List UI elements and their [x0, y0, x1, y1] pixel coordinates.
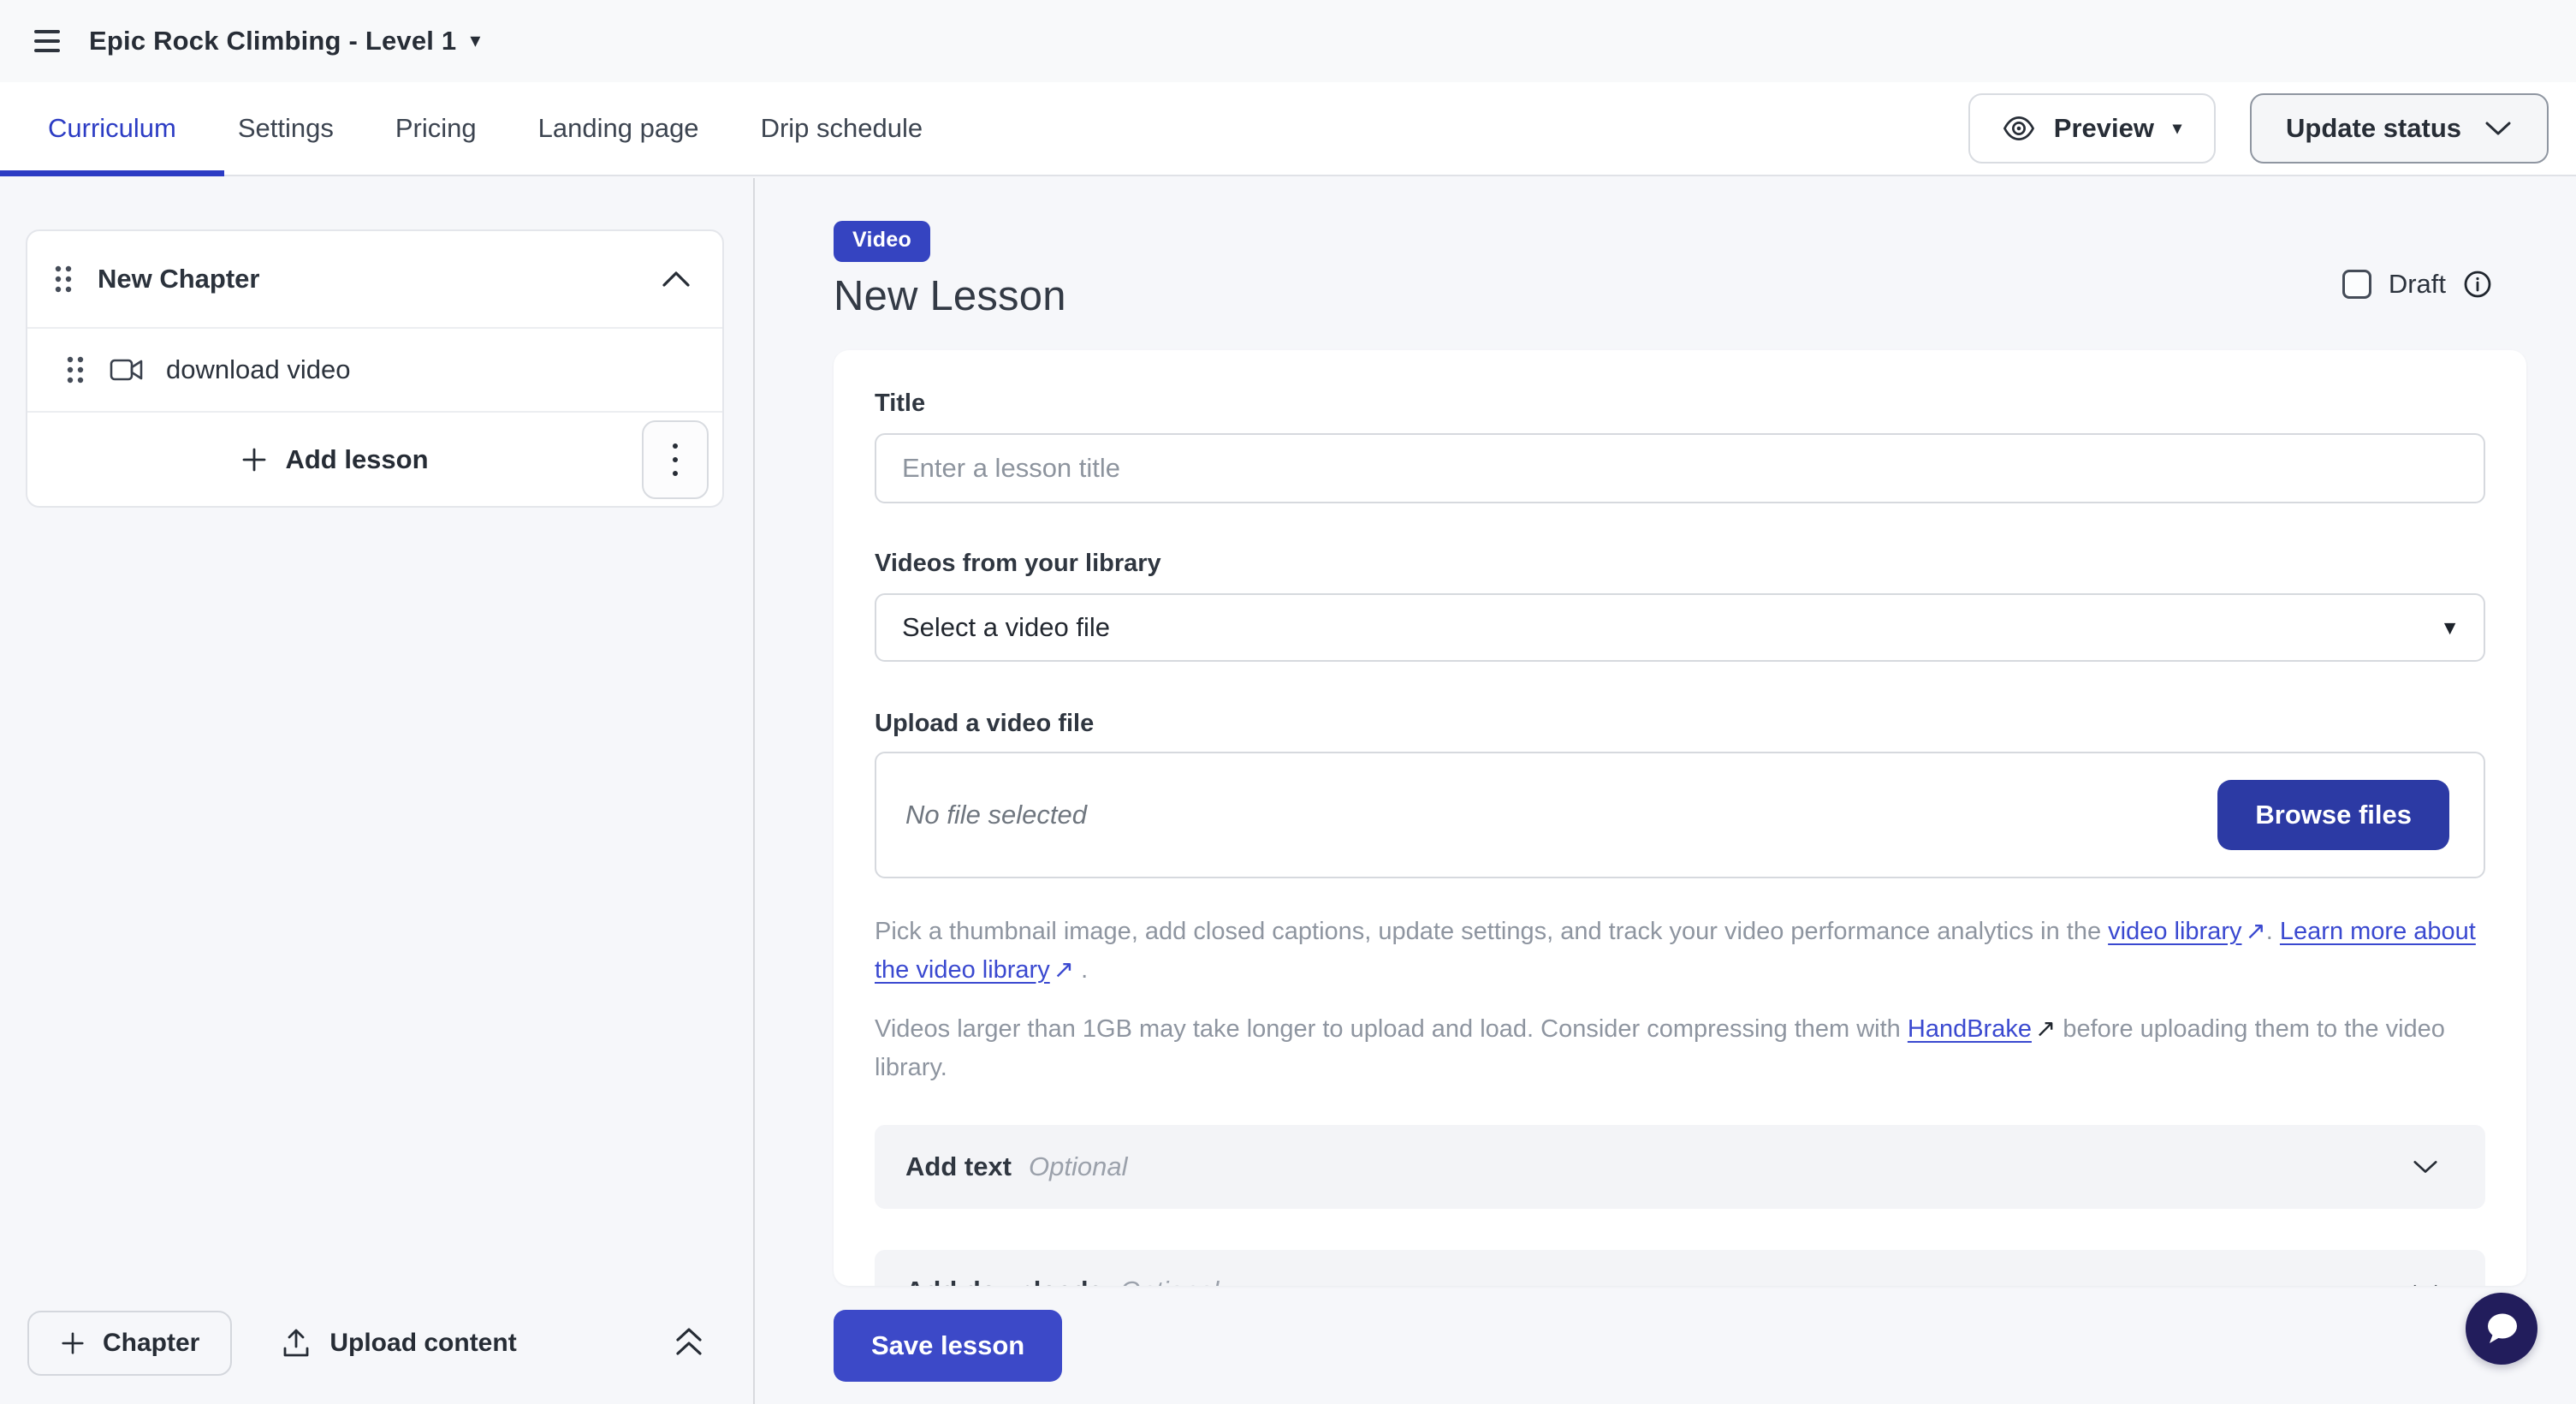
video-camera-icon	[110, 358, 144, 382]
library-label: Videos from your library	[875, 550, 2485, 578]
add-text-section[interactable]: Add text Optional	[875, 1125, 2485, 1209]
chat-widget-button[interactable]	[2466, 1293, 2537, 1365]
help-text: .	[2266, 918, 2280, 945]
curriculum-sidebar: New Chapter download video	[0, 178, 755, 1404]
speech-bubble-icon	[2483, 1311, 2520, 1347]
lesson-header: Video New Lesson Draft	[755, 178, 2576, 320]
lesson-type-badge: Video	[834, 221, 930, 262]
active-tab-indicator	[0, 170, 224, 176]
upload-content-button[interactable]: Upload content	[282, 1328, 516, 1359]
help-text: .	[1074, 956, 1088, 984]
hamburger-menu-icon[interactable]	[34, 30, 60, 52]
tab-actions: Preview ▾ Update status	[1968, 93, 2549, 164]
tab-bar: Curriculum Settings Pricing Landing page…	[0, 82, 2576, 176]
drag-handle-icon[interactable]	[65, 354, 86, 386]
handbrake-link[interactable]: HandBrake↗	[1908, 1015, 2056, 1043]
plus-icon	[60, 1330, 86, 1356]
tab-settings[interactable]: Settings	[238, 113, 334, 144]
page-title: New Lesson	[834, 272, 2576, 320]
add-lesson-button[interactable]: Add lesson	[27, 444, 642, 475]
lesson-title-input[interactable]	[875, 433, 2485, 503]
tab-landing-page[interactable]: Landing page	[538, 113, 699, 144]
chevron-down-icon	[2412, 1158, 2439, 1175]
draft-checkbox[interactable]	[2342, 270, 2371, 299]
optional-label: Optional	[1029, 1151, 1127, 1182]
caret-down-icon: ▾	[2173, 120, 2181, 137]
title-label: Title	[875, 390, 2485, 418]
upload-content-label: Upload content	[329, 1329, 516, 1358]
add-lesson-row: Add lesson	[27, 413, 722, 506]
double-chevron-up-icon	[673, 1326, 705, 1360]
chapter-title: New Chapter	[98, 264, 259, 294]
browse-files-button[interactable]: Browse files	[2217, 780, 2449, 850]
no-file-text: No file selected	[905, 800, 1087, 830]
course-title: Epic Rock Climbing - Level 1	[89, 26, 456, 57]
upload-icon	[282, 1328, 311, 1359]
help-text: Pick a thumbnail image, add closed capti…	[875, 918, 2108, 945]
tabs: Curriculum Settings Pricing Landing page…	[48, 113, 923, 144]
eye-icon	[2003, 116, 2035, 141]
save-lesson-button[interactable]: Save lesson	[834, 1310, 1062, 1382]
chevron-up-icon[interactable]	[661, 270, 691, 289]
plus-icon	[240, 446, 268, 473]
lesson-title: download video	[166, 354, 350, 385]
video-select[interactable]: Select a video file ▼	[875, 593, 2485, 662]
add-text-label: Add text	[905, 1151, 1012, 1182]
lesson-item[interactable]: download video	[27, 329, 722, 411]
link-label: HandBrake	[1908, 1015, 2032, 1043]
chapter-card: New Chapter download video	[26, 229, 724, 508]
draft-toggle: Draft	[2342, 269, 2492, 300]
external-link-icon: ↗	[2032, 1010, 2056, 1049]
collapse-all-button[interactable]	[673, 1326, 705, 1360]
file-upload-box[interactable]: No file selected Browse files	[875, 752, 2485, 878]
update-status-label: Update status	[2286, 113, 2461, 144]
video-library-link[interactable]: video library↗	[2108, 918, 2266, 945]
add-downloads-section[interactable]: Add downloads Optional	[875, 1250, 2485, 1286]
video-select-value: Select a video file	[902, 612, 1110, 643]
kebab-icon	[673, 443, 678, 476]
update-status-button[interactable]: Update status	[2250, 93, 2549, 164]
external-link-icon: ↗	[1050, 951, 1074, 990]
caret-down-icon: ▾	[470, 31, 480, 51]
top-bar: Epic Rock Climbing - Level 1 ▾	[0, 0, 2576, 82]
add-downloads-label: Add downloads	[905, 1276, 1103, 1286]
tab-curriculum[interactable]: Curriculum	[48, 113, 176, 144]
draft-label: Draft	[2389, 269, 2446, 300]
preview-button[interactable]: Preview ▾	[1968, 93, 2216, 164]
video-help-text: Pick a thumbnail image, add closed capti…	[875, 913, 2485, 990]
add-chapter-label: Chapter	[103, 1329, 199, 1358]
external-link-icon: ↗	[2241, 913, 2265, 951]
optional-label: Optional	[1120, 1276, 1219, 1286]
size-help-text: Videos larger than 1GB may take longer t…	[875, 1010, 2485, 1087]
add-chapter-button[interactable]: Chapter	[27, 1311, 232, 1376]
lesson-editor: Video New Lesson Draft Title Videos from…	[755, 178, 2576, 1404]
chapter-header[interactable]: New Chapter	[27, 231, 722, 327]
tab-drip-schedule[interactable]: Drip schedule	[761, 113, 923, 144]
add-lesson-label: Add lesson	[285, 444, 428, 475]
chapter-menu-button[interactable]	[642, 420, 709, 499]
chevron-down-icon	[2484, 120, 2513, 137]
tab-pricing[interactable]: Pricing	[395, 113, 477, 144]
select-caret-icon: ▼	[2440, 616, 2460, 640]
link-label: video library	[2108, 918, 2241, 945]
preview-label: Preview	[2054, 113, 2154, 144]
sidebar-footer: Chapter Upload content	[0, 1282, 753, 1404]
info-icon[interactable]	[2463, 270, 2492, 299]
lesson-form-card: Title Videos from your library Select a …	[834, 350, 2526, 1286]
help-text: Videos larger than 1GB may take longer t…	[875, 1015, 1908, 1043]
chevron-down-icon	[2412, 1282, 2439, 1286]
upload-label: Upload a video file	[875, 710, 2485, 738]
drag-handle-icon[interactable]	[53, 263, 74, 295]
course-switcher[interactable]: Epic Rock Climbing - Level 1 ▾	[89, 26, 480, 57]
